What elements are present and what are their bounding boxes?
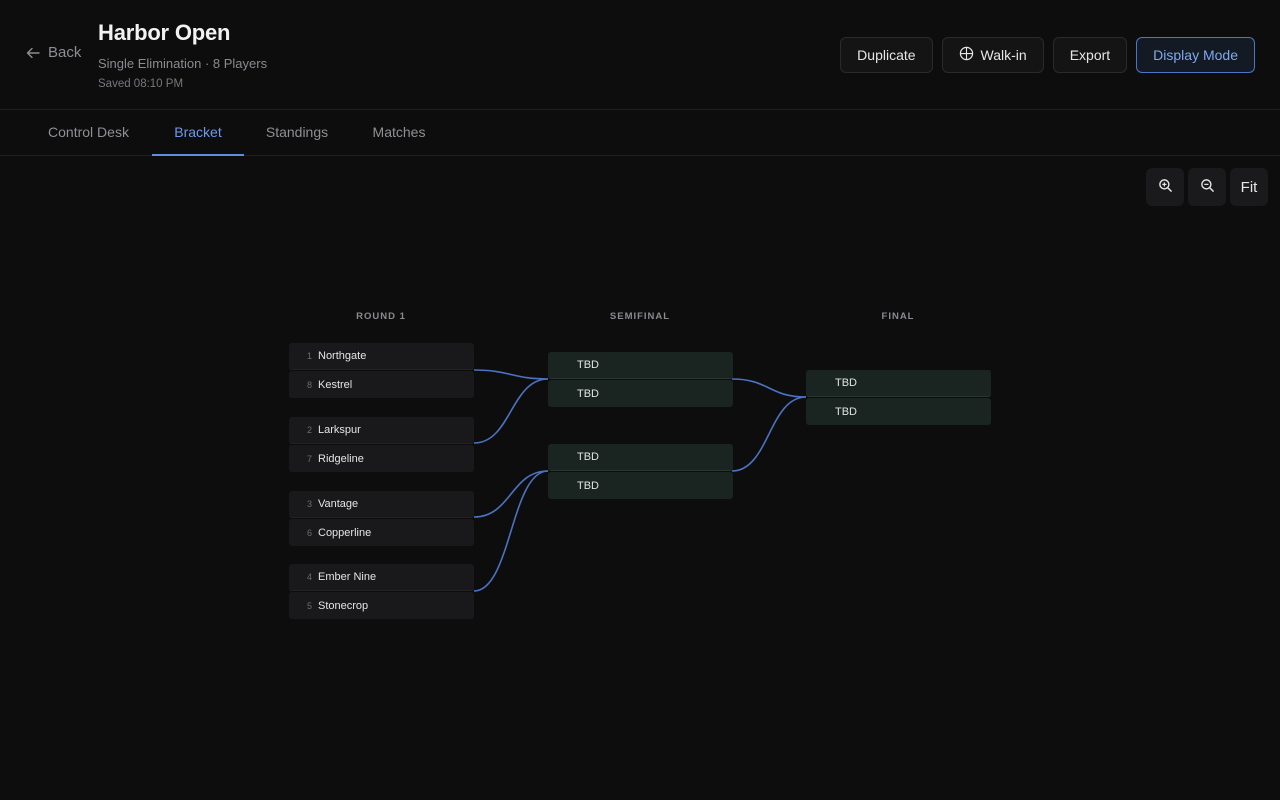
round1-match-3[interactable]: 3 Vantage 6 Copperline [289,491,474,546]
player-slot: 8 Kestrel [289,371,474,398]
player-slot: 5 Stonecrop [289,592,474,619]
player-name: Copperline [318,526,372,539]
connector-r1m3-sf2 [473,470,549,518]
zoom-in-icon [1158,178,1173,197]
player-slot: 2 Larkspur [289,417,474,444]
round1-match-1[interactable]: 1 Northgate 8 Kestrel [289,343,474,398]
display-mode-button[interactable]: Display Mode [1136,37,1255,73]
player-slot: 7 Ridgeline [289,445,474,472]
arrow-left-icon [26,47,40,59]
player-slot: TBD [548,444,733,471]
connector-sf1-final [731,378,807,398]
semifinal-match-2[interactable]: TBD TBD [548,444,733,499]
player-slot: 6 Copperline [289,519,474,546]
walk-in-label: Walk-in [980,47,1027,63]
player-name: Vantage [318,498,359,510]
round1-match-4[interactable]: 4 Ember Nine 5 Stonecrop [289,564,474,619]
tab-bar: Control Desk Bracket Standings Matches [0,110,1280,156]
header-actions: Duplicate Walk-in Export Display Mode [840,37,1255,73]
seed-number: 1 [307,351,313,361]
connector-sf2-final [731,396,807,472]
seed-number: 5 [307,600,313,611]
player-slot: 1 Northgate [289,343,474,370]
tab-standings[interactable]: Standings [255,110,339,156]
seed-number: 4 [307,572,313,582]
back-label: Back [48,44,82,61]
player-slot: TBD [548,472,733,499]
player-name: Stonecrop [318,599,369,612]
player-name: Kestrel [318,378,353,391]
zoom-out-button[interactable] [1188,168,1226,206]
export-label: Export [1069,47,1111,63]
seed-number: 7 [307,453,313,464]
round-label-round-1: ROUND 1 [356,311,406,322]
display-mode-label: Display Mode [1153,47,1238,63]
seed-number: 6 [307,527,313,538]
player-slot: 4 Ember Nine [289,564,474,591]
player-slot: TBD [548,352,733,379]
player-slot: TBD [548,380,733,407]
page-header: Back Harbor Open Single Elimination · 8 … [0,0,1280,110]
player-name: Ridgeline [318,452,364,465]
player-slot: TBD [806,370,991,397]
connector-r1m4-sf2 [473,470,549,592]
connector-r1m2-sf1 [473,378,549,444]
walk-in-button[interactable]: Walk-in [941,37,1044,73]
player-slot: 3 Vantage [289,491,474,518]
fit-button[interactable]: Fit [1230,168,1268,206]
zoom-in-button[interactable] [1146,168,1184,206]
tab-control-desk[interactable]: Control Desk [38,110,139,156]
player-name: Larkspur [318,424,361,436]
player-name: Northgate [318,350,367,362]
zoom-out-icon [1200,178,1215,197]
zoom-controls: Fit [1146,168,1268,206]
tab-matches[interactable]: Matches [362,110,436,156]
duplicate-label: Duplicate [857,47,916,63]
player-name: Ember Nine [318,571,377,583]
round1-match-2[interactable]: 2 Larkspur 7 Ridgeline [289,417,474,472]
final-match[interactable]: TBD TBD [806,370,991,425]
seed-number: 8 [307,379,313,390]
globe-icon [959,46,974,64]
duplicate-button[interactable]: Duplicate [840,37,933,73]
round-label-final: FINAL [881,311,915,322]
round-label-semifinal: SEMIFINAL [609,311,671,322]
player-slot: TBD [806,398,991,425]
export-button[interactable]: Export [1052,37,1128,73]
tournament-format: Single Elimination · 8 Players [98,56,268,71]
tab-bracket[interactable]: Bracket [152,110,244,156]
page-title: Harbor Open [98,20,231,45]
seed-number: 3 [307,499,313,509]
seed-number: 2 [307,425,313,435]
connector-r1m1-sf1 [473,369,549,380]
semifinal-match-1[interactable]: TBD TBD [548,352,733,407]
saved-status: Saved 08:10 PM [98,78,184,90]
back-button[interactable]: Back [26,44,81,61]
